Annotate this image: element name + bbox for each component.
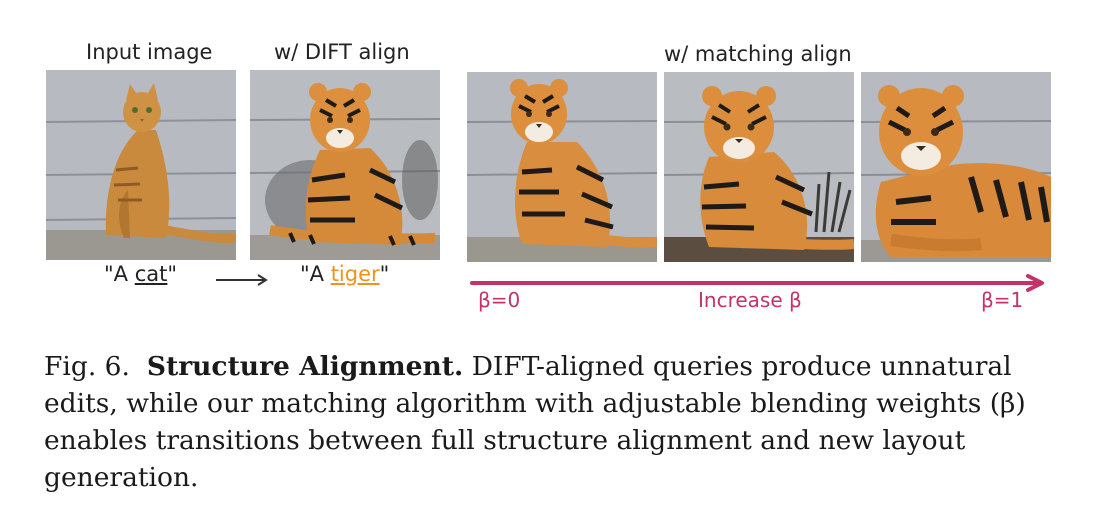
caption-title: Structure Alignment. <box>146 351 464 382</box>
header-matching-align: w/ matching align <box>664 42 852 66</box>
beta-middle-label: Increase β <box>698 288 802 312</box>
edit-arrow-icon <box>216 274 268 286</box>
cat-illustration <box>46 70 236 260</box>
dift-tiger-image <box>250 70 440 260</box>
target-prompt-prefix: "A <box>300 262 331 286</box>
tiger-illustration-beta0 <box>467 72 657 262</box>
source-prompt-prefix: "A <box>104 262 135 286</box>
beta-start-label: β=0 <box>478 288 521 312</box>
target-prompt-suffix: " <box>379 262 390 286</box>
target-prompt-word: tiger <box>330 262 380 286</box>
caption-label: Fig. 6. <box>44 351 130 382</box>
header-dift-align: w/ DIFT align <box>274 40 410 64</box>
input-cat-image <box>46 70 236 260</box>
source-prompt: "A cat" <box>104 262 177 286</box>
tiger-illustration-dift <box>250 70 440 260</box>
source-prompt-word: cat <box>134 262 168 286</box>
figure-caption: Fig. 6. Structure Alignment. DIFT-aligne… <box>44 348 1064 496</box>
beta-end-label: β=1 <box>981 288 1024 312</box>
matching-tiger-beta1-image <box>861 72 1051 262</box>
matching-tiger-beta-mid-image <box>664 72 854 262</box>
source-prompt-suffix: " <box>167 262 178 286</box>
tiger-illustration-beta1 <box>861 72 1051 262</box>
target-prompt: "A tiger" <box>300 262 389 286</box>
tiger-illustration-beta-mid <box>664 72 854 262</box>
header-input-image: Input image <box>86 40 213 64</box>
matching-tiger-beta0-image <box>467 72 657 262</box>
